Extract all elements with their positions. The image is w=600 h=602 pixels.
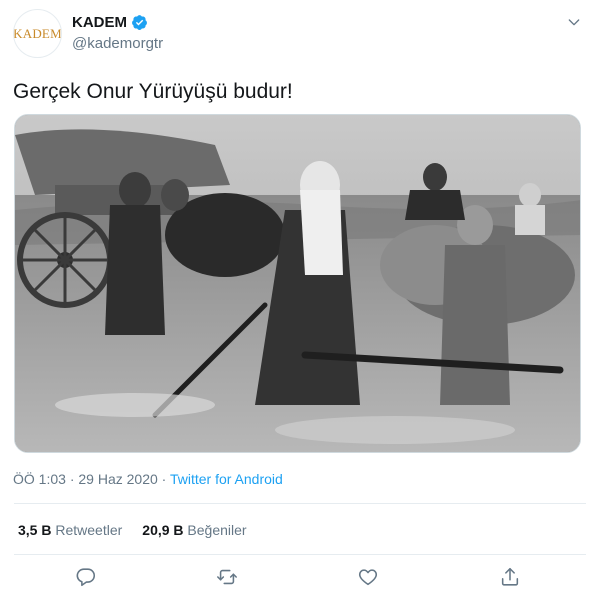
retweets-label: Retweetler [55,522,123,538]
heart-icon[interactable] [357,566,379,588]
meta-separator: · [69,471,75,487]
likes-count: 20,9 B [142,522,184,538]
likes-stat[interactable]: 20,9 B Beğeniler [142,522,246,538]
avatar[interactable]: KADEM [13,9,62,58]
tweet-date[interactable]: 29 Haz 2020 [78,471,157,487]
likes-label: Beğeniler [187,522,247,538]
author-display-name[interactable]: KADEM [72,14,127,31]
engagement-stats: 3,5 B Retweetler 20,9 B Beğeniler [18,522,247,538]
divider [14,554,586,555]
retweets-count: 3,5 B [18,522,52,538]
tweet-card: KADEM KADEM @kademorgtr Gerçek Onur Yürü… [0,0,600,602]
retweet-icon[interactable] [216,566,238,588]
divider [14,503,586,504]
verified-badge-icon [132,15,147,30]
action-bar [0,566,600,590]
historical-photo-image [15,115,580,452]
tweet-source-link[interactable]: Twitter for Android [170,471,283,487]
chevron-down-icon[interactable] [566,14,582,30]
meta-separator: · [161,471,167,487]
tweet-photo[interactable] [14,114,581,453]
author-name-row: KADEM [72,14,148,31]
share-icon[interactable] [499,566,521,588]
tweet-time[interactable]: ÖÖ 1:03 [13,471,66,487]
reply-icon[interactable] [75,566,97,588]
avatar-logo-text: KADEM [13,26,62,41]
tweet-text: Gerçek Onur Yürüyüşü budur! [13,80,293,103]
retweets-stat[interactable]: 3,5 B Retweetler [18,522,122,538]
author-handle[interactable]: @kademorgtr [72,35,163,52]
tweet-meta: ÖÖ 1:03 · 29 Haz 2020 · Twitter for Andr… [13,471,283,487]
